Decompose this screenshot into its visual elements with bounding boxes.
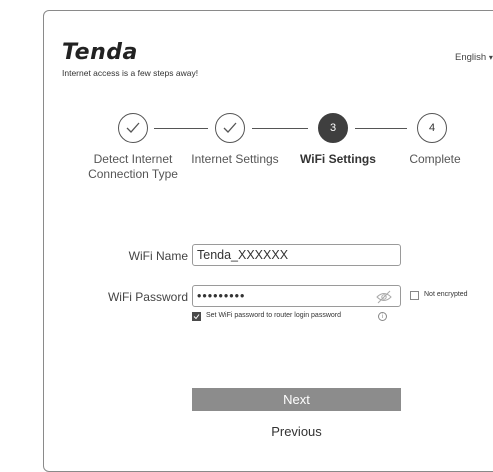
step-connector bbox=[154, 128, 208, 130]
step-3-number: 3 bbox=[329, 122, 337, 134]
wifi-password-label: WiFi Password bbox=[107, 290, 188, 304]
step-4-circle: 4 bbox=[417, 113, 447, 143]
wifi-password-input[interactable]: ••••••••• bbox=[192, 285, 401, 307]
eye-off-icon[interactable] bbox=[376, 290, 392, 304]
tenda-logo: Tenda bbox=[62, 40, 138, 65]
tagline: Internet access is a few steps away! bbox=[62, 68, 199, 78]
step-1-label: Detect Internet Connection Type bbox=[73, 152, 193, 182]
step-2-circle bbox=[215, 113, 245, 143]
check-icon bbox=[126, 122, 140, 133]
step-3-circle: 3 bbox=[318, 113, 348, 143]
language-label: English bbox=[455, 52, 487, 63]
step-1-label-line1: Detect Internet bbox=[93, 152, 173, 166]
step-1-label-line2: Connection Type bbox=[88, 167, 178, 181]
check-icon bbox=[193, 314, 200, 320]
check-icon bbox=[223, 122, 237, 133]
not-encrypted-checkbox[interactable] bbox=[410, 291, 419, 300]
step-1-circle bbox=[118, 113, 148, 143]
step-connector bbox=[252, 128, 308, 130]
step-2-label: Internet Settings bbox=[191, 152, 279, 166]
previous-link[interactable]: Previous bbox=[192, 424, 401, 439]
step-3-label: WiFi Settings bbox=[300, 152, 376, 166]
wifi-name-input[interactable]: Tenda_XXXXXX bbox=[192, 244, 401, 266]
same-as-login-checkbox[interactable] bbox=[192, 312, 201, 321]
wifi-password-value: ••••••••• bbox=[197, 289, 246, 303]
step-4-label: Complete bbox=[409, 152, 461, 166]
chevron-down-icon: ▾ bbox=[488, 53, 493, 62]
same-as-login-label: Set WiFi password to router login passwo… bbox=[206, 312, 341, 319]
step-4-number: 4 bbox=[428, 122, 436, 134]
wifi-name-label: WiFi Name bbox=[128, 249, 188, 263]
not-encrypted-label: Not encrypted bbox=[424, 291, 468, 298]
next-button[interactable]: Next bbox=[192, 388, 401, 411]
info-icon[interactable]: i bbox=[378, 312, 387, 321]
language-selector[interactable]: English ▾ bbox=[455, 52, 493, 63]
step-connector bbox=[355, 128, 407, 130]
wifi-name-value: Tenda_XXXXXX bbox=[197, 248, 289, 262]
